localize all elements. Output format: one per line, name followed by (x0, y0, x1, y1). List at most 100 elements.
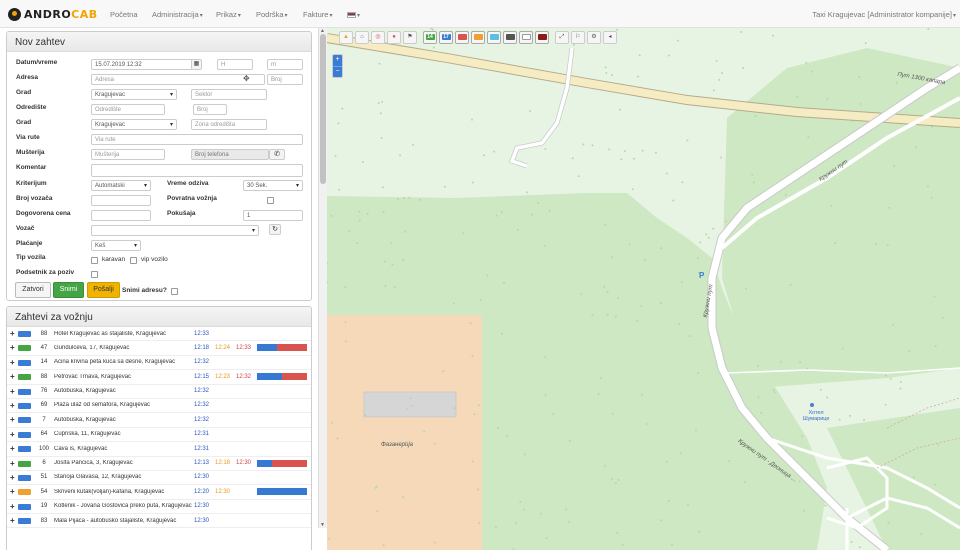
checkered-flag-icon[interactable]: ⚑ (403, 31, 417, 44)
ride-row[interactable]: +69 Plaza ulaz od semafora, Kragujevac 12:… (7, 399, 311, 414)
wait-label: Vreme odziva (167, 180, 209, 187)
vip-label: vip vozilo (141, 256, 168, 263)
vehicle-status-filter[interactable] (519, 31, 533, 44)
flag-icon[interactable]: ⚐ (571, 31, 585, 44)
vehicle-status-filter[interactable]: 14 (423, 31, 437, 44)
expand-plus-icon[interactable]: + (10, 416, 15, 424)
ride-address: Plaza ulaz od semafora, Kragujevac (54, 402, 151, 409)
address-number-input[interactable]: Broj (267, 74, 303, 85)
minute-input[interactable]: m (267, 59, 303, 70)
expand-plus-icon[interactable]: + (10, 387, 15, 395)
location-pin-icon[interactable]: ● (387, 31, 401, 44)
scroll-down-icon[interactable]: ▼ (320, 522, 325, 528)
hour-input[interactable]: H (217, 59, 253, 70)
wait-select[interactable]: 30 Sek. (243, 180, 303, 191)
ride-row[interactable]: +83 Mala Pijaca - autobusko stajaliste, K… (7, 514, 311, 529)
expand-plus-icon[interactable]: + (10, 473, 15, 481)
home-icon[interactable]: ⌂ (355, 31, 369, 44)
expand-plus-icon[interactable]: + (10, 401, 15, 409)
ride-row[interactable]: +88 Petrovac Trnava, Kragujevac 12:15 12:23… (7, 370, 311, 385)
phone-input[interactable]: Broj telefona (191, 149, 269, 160)
nav-view[interactable]: Prikaz (216, 10, 241, 19)
ride-row[interactable]: +64 Cupriska, 11, Kragujevac 12:31 (7, 428, 311, 443)
phone-icon[interactable]: ✆ (269, 149, 285, 160)
expand-plus-icon[interactable]: + (10, 445, 15, 453)
customer-input[interactable]: Mušterija (91, 149, 165, 160)
vehicle-status-filter[interactable]: 17 (439, 31, 453, 44)
expand-plus-icon[interactable]: + (10, 373, 15, 381)
ride-row[interactable]: +19 Kotlenik - Jovana Gostovica preko put… (7, 500, 311, 515)
nav-support[interactable]: Podrška (256, 10, 288, 19)
vehicle-status-filter[interactable] (487, 31, 501, 44)
map-canvas[interactable] (327, 28, 960, 550)
nav-invoices[interactable]: Fakture (303, 10, 332, 19)
destination-number-input[interactable]: Broj (193, 104, 227, 115)
nav-language[interactable] (347, 10, 360, 19)
drivers-input[interactable] (91, 195, 151, 206)
ride-row[interactable]: +54 Skriveni kutak(voljan)-kafana, Kraguj… (7, 485, 311, 500)
ride-row[interactable]: +6 Josifa Pancica, 3, Kragujevac 12:13 12:1… (7, 457, 311, 471)
driver-select[interactable] (91, 225, 259, 236)
ride-row[interactable]: +100 Cava is, Kragujevac 12:31 (7, 442, 311, 457)
expand-plus-icon[interactable]: + (10, 430, 15, 438)
comment-textarea[interactable] (91, 164, 303, 177)
ride-row[interactable]: +88 Hotel Kragujevac as stajaliste, Kragu… (7, 327, 311, 342)
refresh-icon[interactable]: ↻ (269, 224, 281, 235)
crosshair-icon[interactable]: ✥ (243, 74, 250, 83)
expand-plus-icon[interactable]: + (10, 358, 15, 366)
left-panel-scrollbar[interactable]: ▲ ▼ (318, 28, 327, 528)
ride-row[interactable]: +76 Autobuska, Kragujevac 12:32 (7, 385, 311, 399)
calendar-icon[interactable]: ▦ (191, 59, 202, 70)
send-button[interactable]: Pošalji (87, 282, 120, 298)
map-view[interactable]: ▲ ⌂ ◎ ● ⚑ 14 17 ⤢ ⚐ ⚙ ◂ + − Пут 1300 капа… (327, 28, 960, 550)
reminder-checkbox[interactable] (91, 271, 98, 278)
zoom-in-button[interactable]: + (333, 55, 342, 66)
expand-plus-icon[interactable]: + (10, 488, 15, 496)
ride-row[interactable]: +51 Stanoja Glavasa, 12, Kragujevac 12:30 (7, 471, 311, 486)
user-menu[interactable]: Taxi Kragujevac [Administrator kompanije… (812, 10, 956, 19)
save-button[interactable]: Snimi (53, 282, 84, 298)
fullscreen-icon[interactable]: ⤢ (555, 31, 569, 44)
collapse-icon[interactable]: ◂ (603, 31, 617, 44)
nav-home[interactable]: Početna (110, 10, 138, 19)
target-icon[interactable]: ◎ (371, 31, 385, 44)
vehicle-status-filter[interactable] (535, 31, 549, 44)
expand-plus-icon[interactable]: + (10, 502, 15, 510)
scrollbar-thumb[interactable] (320, 34, 326, 184)
criteria-select[interactable]: Automatski (91, 180, 151, 191)
vehicle-status-filter[interactable] (503, 31, 517, 44)
sector-input[interactable]: Sektor (191, 89, 267, 100)
destination-input[interactable]: Odredište (91, 104, 165, 115)
destination-city-select[interactable]: Kragujevac (91, 119, 177, 130)
parking-icon[interactable]: P (699, 271, 704, 280)
attempts-input[interactable]: 1 (243, 210, 303, 221)
city-select[interactable]: Kragujevac (91, 89, 177, 100)
warning-icon[interactable]: ▲ (339, 31, 353, 44)
address-input[interactable]: Adresa (91, 74, 265, 85)
nav-administration[interactable]: Administracija (152, 10, 203, 19)
expand-plus-icon[interactable]: + (10, 330, 15, 338)
hotel-label[interactable]: Хотел Шумарице (801, 410, 831, 422)
expand-plus-icon[interactable]: + (10, 344, 15, 352)
return-checkbox[interactable] (267, 197, 274, 204)
expand-plus-icon[interactable]: + (10, 517, 15, 525)
close-button[interactable]: Zatvori (15, 282, 51, 298)
vehicle-status-filter[interactable] (455, 31, 469, 44)
payment-select[interactable]: Keš (91, 240, 141, 251)
datetime-input[interactable]: 15.07.2019 12:32 (91, 59, 193, 70)
zoom-out-button[interactable]: − (333, 66, 342, 77)
save-address-checkbox[interactable] (171, 288, 178, 295)
ride-row[interactable]: +47 Gundulceva, 17, Kragujevac 12:18 12:24 1… (7, 341, 311, 356)
settings-icon[interactable]: ⚙ (587, 31, 601, 44)
vip-checkbox[interactable] (130, 257, 137, 264)
karavan-checkbox[interactable] (91, 257, 98, 264)
ride-row[interactable]: +7 Autobuska, Kragujevac 12:32 (7, 413, 311, 428)
via-input[interactable]: Via rute (91, 134, 303, 145)
vehicle-status-filter[interactable] (471, 31, 485, 44)
expand-plus-icon[interactable]: + (10, 459, 15, 467)
destination-zone-input[interactable]: Zona odredišta (191, 119, 267, 130)
tree-texture-dot (660, 519, 663, 522)
ride-row[interactable]: +14 Acina krivina peta kuca sa desne, Kra… (7, 356, 311, 371)
price-input[interactable] (91, 210, 151, 221)
androcab-logo[interactable]: ANDRO CAB (8, 6, 98, 22)
